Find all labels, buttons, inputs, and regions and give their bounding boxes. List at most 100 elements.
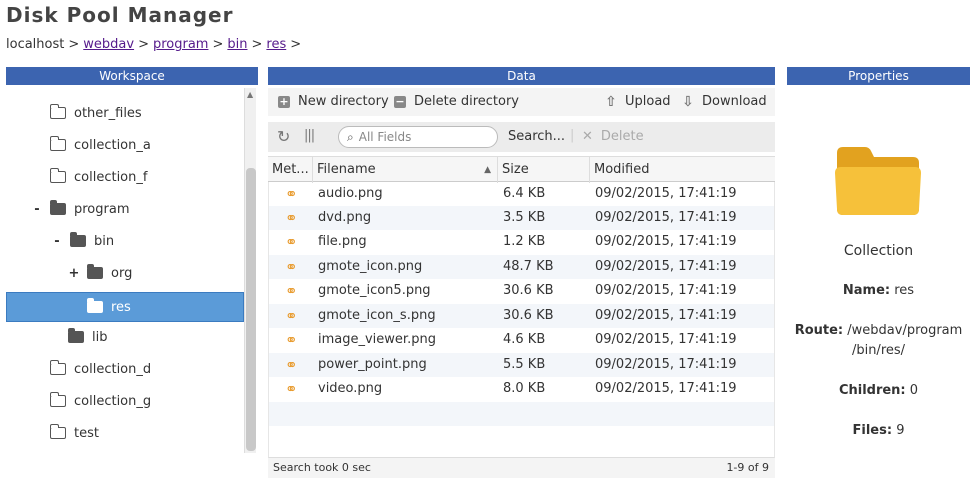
property-name: Name: res xyxy=(842,283,915,298)
app-title: Disk Pool Manager xyxy=(6,3,234,27)
refresh-icon[interactable]: ↻ xyxy=(277,127,290,146)
tree-item-collection-a[interactable]: collection_a xyxy=(6,130,244,160)
column-header-size[interactable]: Size xyxy=(498,157,590,183)
link-icon: ⚭ xyxy=(285,209,298,227)
folder-icon xyxy=(50,200,66,215)
property-files: Files: 9 xyxy=(852,423,905,438)
close-icon: ✕ xyxy=(582,129,593,144)
collection-folder-icon xyxy=(835,147,921,215)
tree-item-label: res xyxy=(111,299,131,315)
search-time-status: Search took 0 sec xyxy=(273,461,371,474)
tree-item-label: other_files xyxy=(74,105,142,121)
column-header-metadata[interactable]: Met... xyxy=(268,157,313,183)
collapse-icon[interactable]: - xyxy=(30,202,44,217)
property-route-continued: /bin/res/ xyxy=(851,343,906,358)
tree-item-label: collection_d xyxy=(74,361,152,377)
tree-item-label: collection_a xyxy=(74,137,151,153)
expand-icon[interactable]: + xyxy=(67,266,81,281)
sort-ascending-icon: ▲ xyxy=(484,165,491,175)
link-icon: ⚭ xyxy=(285,233,298,251)
table-row[interactable]: ⚭ image_viewer.png 4.6 KB 09/02/2015, 17… xyxy=(269,328,774,352)
folder-icon xyxy=(49,424,66,439)
tree-item-collection-d[interactable]: collection_d xyxy=(6,354,244,384)
tree-scrollbar[interactable]: ▲ xyxy=(244,88,256,453)
properties-panel: Collection Name: res Route: /webdav/prog… xyxy=(787,88,970,478)
property-type: Collection xyxy=(843,243,914,259)
delete-button[interactable]: ✕ Delete xyxy=(582,129,644,144)
properties-header: Properties xyxy=(787,67,970,85)
data-header: Data xyxy=(268,67,775,85)
tree-item-test[interactable]: test xyxy=(6,418,244,448)
download-icon: ⇩ xyxy=(682,93,694,110)
tree-item-label: org xyxy=(111,265,133,281)
breadcrumb-link-bin[interactable]: bin xyxy=(227,37,247,52)
search-button[interactable]: Search... xyxy=(508,129,565,144)
folder-icon xyxy=(87,264,103,279)
folder-icon xyxy=(87,298,103,313)
scrollbar-thumb[interactable] xyxy=(246,168,256,451)
file-toolbar: + New directory − Delete directory ⇧ Upl… xyxy=(268,88,775,116)
file-grid: ⚭ audio.png 6.4 KB 09/02/2015, 17:41:19 … xyxy=(268,182,775,458)
workspace-tree: other_files collection_a collection_f - … xyxy=(6,88,258,453)
link-icon: ⚭ xyxy=(285,331,298,349)
link-icon: ⚭ xyxy=(285,380,298,398)
search-icon: ⌕ xyxy=(347,129,354,144)
empty-row xyxy=(269,402,774,426)
link-icon: ⚭ xyxy=(285,307,298,325)
search-toolbar: ↻ ||| ⌕ All Fields Search... | ✕ Delete xyxy=(268,122,775,152)
breadcrumb-root: localhost xyxy=(6,37,65,52)
tree-item-label: collection_f xyxy=(74,169,148,185)
plus-icon: + xyxy=(278,94,290,108)
scroll-up-icon[interactable]: ▲ xyxy=(247,90,253,99)
column-header-modified[interactable]: Modified xyxy=(590,157,775,183)
tree-item-other-files[interactable]: other_files xyxy=(6,98,244,128)
folder-icon xyxy=(68,328,84,343)
toolbar-divider: | xyxy=(570,128,575,143)
tree-item-label: bin xyxy=(94,233,115,249)
upload-icon: ⇧ xyxy=(605,93,617,110)
grid-header: Met... Filename ▲ Size Modified xyxy=(268,156,775,183)
breadcrumb-link-webdav[interactable]: webdav xyxy=(83,37,134,52)
tree-item-org[interactable]: + org xyxy=(6,258,244,288)
tree-item-label: collection_g xyxy=(74,393,152,409)
tree-item-label: lib xyxy=(92,329,108,345)
folder-icon xyxy=(49,104,66,119)
table-row[interactable]: ⚭ gmote_icon5.png 30.6 KB 09/02/2015, 17… xyxy=(269,279,774,303)
workspace-header: Workspace xyxy=(6,67,258,85)
table-row[interactable]: ⚭ gmote_icon.png 48.7 KB 09/02/2015, 17:… xyxy=(269,255,774,279)
table-row[interactable]: ⚭ audio.png 6.4 KB 09/02/2015, 17:41:19 xyxy=(269,182,774,206)
upload-button[interactable]: ⇧ Upload xyxy=(605,93,670,110)
link-icon: ⚭ xyxy=(285,258,298,276)
tree-item-lib[interactable]: lib xyxy=(6,322,244,352)
property-route: Route: /webdav/program xyxy=(794,323,963,338)
breadcrumb-link-res[interactable]: res xyxy=(266,37,286,52)
link-icon: ⚭ xyxy=(285,356,298,374)
tree-item-program[interactable]: - program xyxy=(6,194,244,224)
status-bar: Search took 0 sec 1-9 of 9 xyxy=(268,458,775,478)
column-header-filename[interactable]: Filename ▲ xyxy=(313,157,498,183)
folder-icon xyxy=(70,232,86,247)
table-row[interactable]: ⚭ video.png 8.0 KB 09/02/2015, 17:41:19 xyxy=(269,377,774,401)
delete-directory-button[interactable]: − Delete directory xyxy=(394,94,519,109)
table-row[interactable]: ⚭ gmote_icon_s.png 30.6 KB 09/02/2015, 1… xyxy=(269,304,774,328)
columns-icon[interactable]: ||| xyxy=(304,128,315,143)
search-input[interactable]: ⌕ All Fields xyxy=(338,126,498,148)
table-row[interactable]: ⚭ file.png 1.2 KB 09/02/2015, 17:41:19 xyxy=(269,230,774,254)
link-icon: ⚭ xyxy=(285,185,298,203)
folder-icon xyxy=(49,136,66,151)
result-count: 1-9 of 9 xyxy=(726,461,769,474)
tree-item-collection-f[interactable]: collection_f xyxy=(6,162,244,192)
tree-item-collection-g[interactable]: collection_g xyxy=(6,386,244,416)
collapse-icon[interactable]: - xyxy=(50,234,64,249)
link-icon: ⚭ xyxy=(285,282,298,300)
tree-item-res[interactable]: res xyxy=(6,292,244,322)
new-directory-button[interactable]: + New directory xyxy=(278,94,389,109)
breadcrumb-link-program[interactable]: program xyxy=(153,37,209,52)
tree-item-bin[interactable]: - bin xyxy=(6,226,244,256)
breadcrumb: localhost > webdav > program > bin > res > xyxy=(6,37,302,52)
table-row[interactable]: ⚭ power_point.png 5.5 KB 09/02/2015, 17:… xyxy=(269,353,774,377)
property-children: Children: 0 xyxy=(838,383,919,398)
table-row[interactable]: ⚭ dvd.png 3.5 KB 09/02/2015, 17:41:19 xyxy=(269,206,774,230)
download-button[interactable]: ⇩ Download xyxy=(682,94,767,109)
folder-icon xyxy=(49,392,66,407)
